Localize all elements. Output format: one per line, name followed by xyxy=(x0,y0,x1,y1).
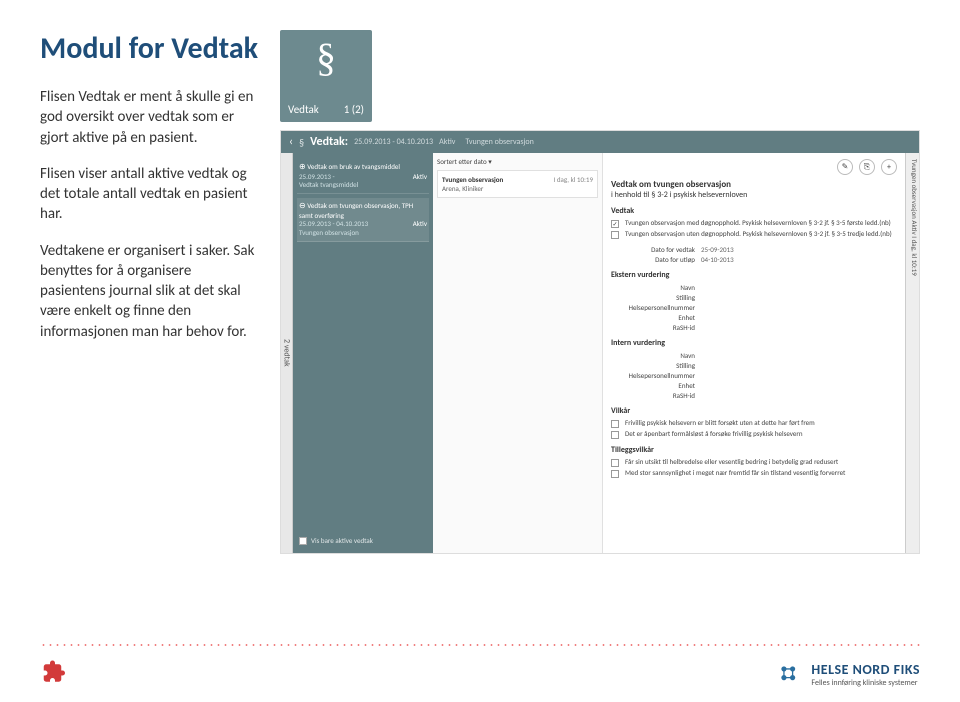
intro-paragraph-3: Vedtakene er organisert i saker. Sak ben… xyxy=(40,241,260,342)
vedtak-option[interactable]: Tvungen observasjon uten døgnopphold. Ps… xyxy=(611,230,897,239)
logo-line2: Felles innføring kliniske systemer xyxy=(811,678,920,688)
header-title: Vedtak: xyxy=(310,135,348,149)
option-text: Frivillig psykisk helsevern er blitt for… xyxy=(625,419,897,427)
list-item-title: Vedtak om bruk av tvangsmiddel xyxy=(307,162,400,171)
back-icon[interactable]: ‹ xyxy=(289,135,293,149)
vedtak-card[interactable]: I dag, kl 10:19 Tvungen observasjon Aren… xyxy=(437,170,598,198)
app-window: ‹ § Vedtak: 25.09.2013 - 04.10.2013 Akti… xyxy=(280,130,920,554)
logo-mark-icon xyxy=(777,662,803,688)
option-text: Får sin utsikt til helbredelse eller ves… xyxy=(625,458,897,466)
plus-icon: + xyxy=(887,162,891,172)
sort-dropdown[interactable]: Sortert etter dato ▾ xyxy=(437,157,598,166)
edit-button[interactable]: ✎ xyxy=(837,159,853,175)
copy-button[interactable]: ⎘ xyxy=(859,159,875,175)
tilleggsvilkar-option[interactable]: Med stor sannsynlighet i meget nær fremt… xyxy=(611,469,897,478)
show-active-checkbox[interactable]: Vis bare aktive vedtak xyxy=(297,534,429,547)
list-item-status: Aktiv xyxy=(413,173,427,181)
section-tilleggsvilkar: Tilleggsvilkår xyxy=(611,445,897,455)
field-value: 04-10-2013 xyxy=(701,255,734,264)
field-label: Enhet xyxy=(611,313,701,322)
tile-label: Vedtak xyxy=(288,103,319,116)
section-icon: § xyxy=(299,136,304,149)
section-vedtak: Vedtak xyxy=(611,206,897,216)
header-subtitle: Tvungen observasjon xyxy=(465,137,533,147)
option-text: Tvungen observasjon med døgnopphold. Psy… xyxy=(625,219,897,227)
header-status: Aktiv xyxy=(439,137,455,147)
field-label: RaSH-id xyxy=(611,323,701,332)
field-label: Enhet xyxy=(611,381,701,390)
option-text: Det er åpenbart formålsløst å forsøke fr… xyxy=(625,430,897,438)
logo-line1: HELSE NORD FIKS xyxy=(811,661,920,678)
option-text: Med stor sannsynlighet i meget nær fremt… xyxy=(625,469,897,477)
field-label: Stilling xyxy=(611,361,701,370)
list-item-status: Aktiv xyxy=(413,220,427,228)
show-active-label: Vis bare aktive vedtak xyxy=(311,536,373,545)
field-label: Helsepersonellnummer xyxy=(611,303,701,312)
field-label: Navn xyxy=(611,283,701,292)
field-value: 25-09-2013 xyxy=(701,245,734,254)
section-intern: Intern vurdering xyxy=(611,338,897,348)
puzzle-icon xyxy=(40,658,70,688)
intro-paragraph-2: Flisen viser antall aktive vedtak og det… xyxy=(40,164,260,225)
checkbox-icon xyxy=(611,431,619,439)
list-item-sub: Vedtak tvangsmiddel xyxy=(299,180,358,189)
center-pane: Sortert etter dato ▾ I dag, kl 10:19 Tvu… xyxy=(433,153,603,553)
field-label: RaSH-id xyxy=(611,391,701,400)
field-label: Dato for utløp xyxy=(611,255,701,264)
list-item[interactable]: ⊖ Vedtak om tvungen observasjon, TPH sam… xyxy=(297,198,429,242)
option-text: Tvungen observasjon uten døgnopphold. Ps… xyxy=(625,230,897,238)
field-label: Stilling xyxy=(611,293,701,302)
pencil-icon: ✎ xyxy=(842,162,849,172)
list-item-title: Vedtak om tvungen observasjon, TPH samt … xyxy=(299,201,413,220)
checkbox-icon xyxy=(611,231,619,239)
checkbox-icon xyxy=(611,459,619,467)
page-title: Modul for Vedtak xyxy=(40,30,260,67)
intro-paragraph-1: Flisen Vedtak er ment å skulle gi en god… xyxy=(40,87,260,148)
vilkar-option[interactable]: Frivillig psykisk helsevern er blitt for… xyxy=(611,419,897,428)
copy-icon: ⎘ xyxy=(864,162,870,172)
list-item-sub: Tvungen observasjon xyxy=(299,228,359,237)
vedtak-list: ⊕ Vedtak om bruk av tvangsmiddel 25.09.2… xyxy=(293,153,433,553)
vilkar-option[interactable]: Det er åpenbart formålsløst å forsøke fr… xyxy=(611,430,897,439)
field-label: Helsepersonellnummer xyxy=(611,371,701,380)
tilleggsvilkar-option[interactable]: Får sin utsikt til helbredelse eller ves… xyxy=(611,458,897,467)
card-subtitle: Arena, Kliniker xyxy=(442,184,593,193)
section-vilkar: Vilkår xyxy=(611,406,897,416)
vedtak-option[interactable]: ✓ Tvungen observasjon med døgnopphold. P… xyxy=(611,219,897,228)
list-item[interactable]: ⊕ Vedtak om bruk av tvangsmiddel 25.09.2… xyxy=(297,159,429,194)
brand-logo: HELSE NORD FIKS Felles innføring klinisk… xyxy=(777,661,920,688)
detail-pane: ✎ ⎘ + Vedtak om tvungen observasjon i he… xyxy=(603,153,905,553)
paragraph-icon: § xyxy=(280,38,372,78)
checkbox-icon xyxy=(299,537,307,545)
checkbox-icon: ✓ xyxy=(611,220,619,228)
divider-dots xyxy=(40,644,920,646)
field-label: Navn xyxy=(611,351,701,360)
left-collapse-bar[interactable]: 2 vedtak xyxy=(281,153,293,553)
tile-vedtak[interactable]: § Vedtak 1 (2) xyxy=(280,30,372,122)
right-collapse-bar[interactable]: Tvungen observasjon Aktiv I dag, kl 10:1… xyxy=(905,153,919,553)
field-label: Dato for vedtak xyxy=(611,245,701,254)
checkbox-icon xyxy=(611,470,619,478)
tile-count: 1 (2) xyxy=(344,103,364,116)
add-button[interactable]: + xyxy=(881,159,897,175)
detail-subtitle: i henhold til § 3-2 i psykisk helsevernl… xyxy=(611,190,897,200)
section-ekstern: Ekstern vurdering xyxy=(611,270,897,280)
checkbox-icon xyxy=(611,420,619,428)
card-date: I dag, kl 10:19 xyxy=(553,175,593,184)
app-header: ‹ § Vedtak: 25.09.2013 - 04.10.2013 Akti… xyxy=(281,131,919,153)
detail-title: Vedtak om tvungen observasjon xyxy=(611,179,897,190)
header-dates: 25.09.2013 - 04.10.2013 xyxy=(354,137,433,147)
